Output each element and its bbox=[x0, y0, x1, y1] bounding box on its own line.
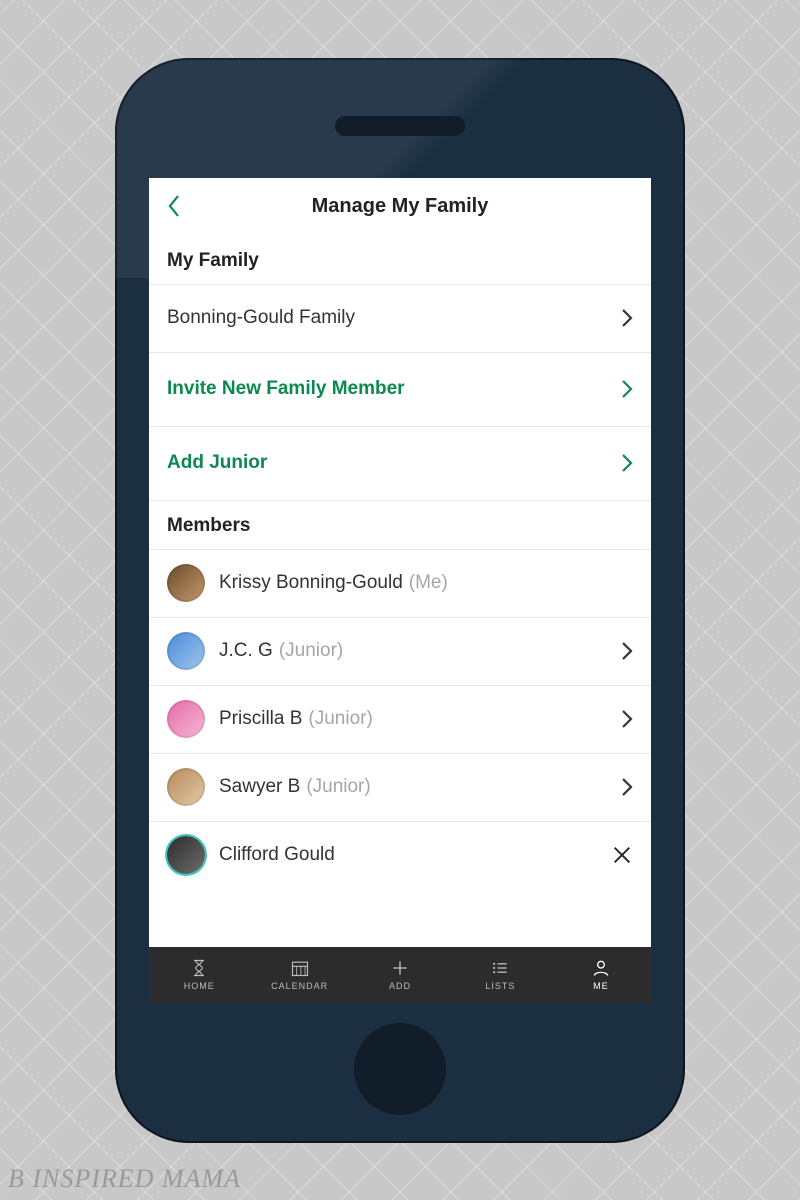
chevron-right-icon bbox=[621, 453, 633, 473]
add-junior-label: Add Junior bbox=[167, 452, 267, 474]
member-row[interactable]: Clifford Gould bbox=[149, 821, 651, 889]
chevron-right-icon bbox=[621, 641, 633, 661]
phone-frame: Manage My Family My Family Bonning-Gould… bbox=[115, 58, 685, 1143]
tab-add[interactable]: ADD bbox=[350, 947, 450, 1003]
member-label: Clifford Gould bbox=[219, 844, 611, 866]
member-row[interactable]: J.C. G (Junior) bbox=[149, 617, 651, 685]
member-name: Priscilla B bbox=[219, 708, 302, 730]
tab-calendar[interactable]: CALENDAR bbox=[249, 947, 349, 1003]
member-name: Krissy Bonning-Gould bbox=[219, 572, 403, 594]
chevron-left-icon bbox=[166, 194, 182, 218]
member-row[interactable]: Sawyer B (Junior) bbox=[149, 753, 651, 821]
tab-label: ADD bbox=[389, 981, 411, 991]
tab-home[interactable]: HOME bbox=[149, 947, 249, 1003]
chevron-right-icon bbox=[621, 709, 633, 729]
family-name-label: Bonning-Gould Family bbox=[167, 307, 355, 329]
tab-label: CALENDAR bbox=[271, 981, 328, 991]
family-name-row[interactable]: Bonning-Gould Family bbox=[149, 284, 651, 352]
chevron-right-icon bbox=[621, 379, 633, 399]
phone-speaker bbox=[335, 116, 465, 136]
page-title: Manage My Family bbox=[149, 195, 651, 218]
member-label: Krissy Bonning-Gould (Me) bbox=[219, 572, 633, 594]
content: My Family Bonning-Gould Family Invite Ne… bbox=[149, 236, 651, 947]
member-suffix: (Me) bbox=[409, 572, 448, 594]
section-title-my-family: My Family bbox=[149, 236, 651, 284]
section-title-members: Members bbox=[149, 500, 651, 549]
app-screen: Manage My Family My Family Bonning-Gould… bbox=[149, 178, 651, 1003]
tab-bar: HOME CALENDAR ADD LISTS ME bbox=[149, 947, 651, 1003]
watermark: B Inspired Mama bbox=[8, 1164, 241, 1194]
member-suffix: (Junior) bbox=[279, 640, 343, 662]
tab-me[interactable]: ME bbox=[551, 947, 651, 1003]
hourglass-icon bbox=[188, 958, 210, 978]
member-name: Sawyer B bbox=[219, 776, 300, 798]
member-name: Clifford Gould bbox=[219, 844, 335, 866]
members-list: Krissy Bonning-Gould(Me)J.C. G(Junior)Pr… bbox=[149, 549, 651, 889]
list-icon bbox=[489, 958, 511, 978]
tab-label: LISTS bbox=[485, 981, 515, 991]
member-name: J.C. G bbox=[219, 640, 273, 662]
member-row: Krissy Bonning-Gould (Me) bbox=[149, 549, 651, 617]
person-icon bbox=[590, 958, 612, 978]
member-label: Priscilla B (Junior) bbox=[219, 708, 621, 730]
tab-label: ME bbox=[593, 981, 609, 991]
tab-label: HOME bbox=[184, 981, 215, 991]
avatar bbox=[167, 700, 205, 738]
member-label: Sawyer B (Junior) bbox=[219, 776, 621, 798]
invite-member-label: Invite New Family Member bbox=[167, 378, 405, 400]
chevron-right-icon bbox=[621, 777, 633, 797]
calendar-icon bbox=[289, 958, 311, 978]
member-suffix: (Junior) bbox=[308, 708, 372, 730]
header: Manage My Family bbox=[149, 178, 651, 236]
member-row[interactable]: Priscilla B (Junior) bbox=[149, 685, 651, 753]
avatar bbox=[167, 768, 205, 806]
chevron-right-icon bbox=[621, 308, 633, 328]
close-icon[interactable] bbox=[611, 844, 633, 866]
avatar bbox=[167, 836, 205, 874]
avatar bbox=[167, 632, 205, 670]
member-label: J.C. G (Junior) bbox=[219, 640, 621, 662]
invite-member-row[interactable]: Invite New Family Member bbox=[149, 352, 651, 426]
add-junior-row[interactable]: Add Junior bbox=[149, 426, 651, 500]
phone-home-button[interactable] bbox=[354, 1023, 446, 1115]
avatar bbox=[167, 564, 205, 602]
back-button[interactable] bbox=[159, 191, 189, 221]
tab-lists[interactable]: LISTS bbox=[450, 947, 550, 1003]
member-suffix: (Junior) bbox=[306, 776, 370, 798]
plus-icon bbox=[389, 958, 411, 978]
